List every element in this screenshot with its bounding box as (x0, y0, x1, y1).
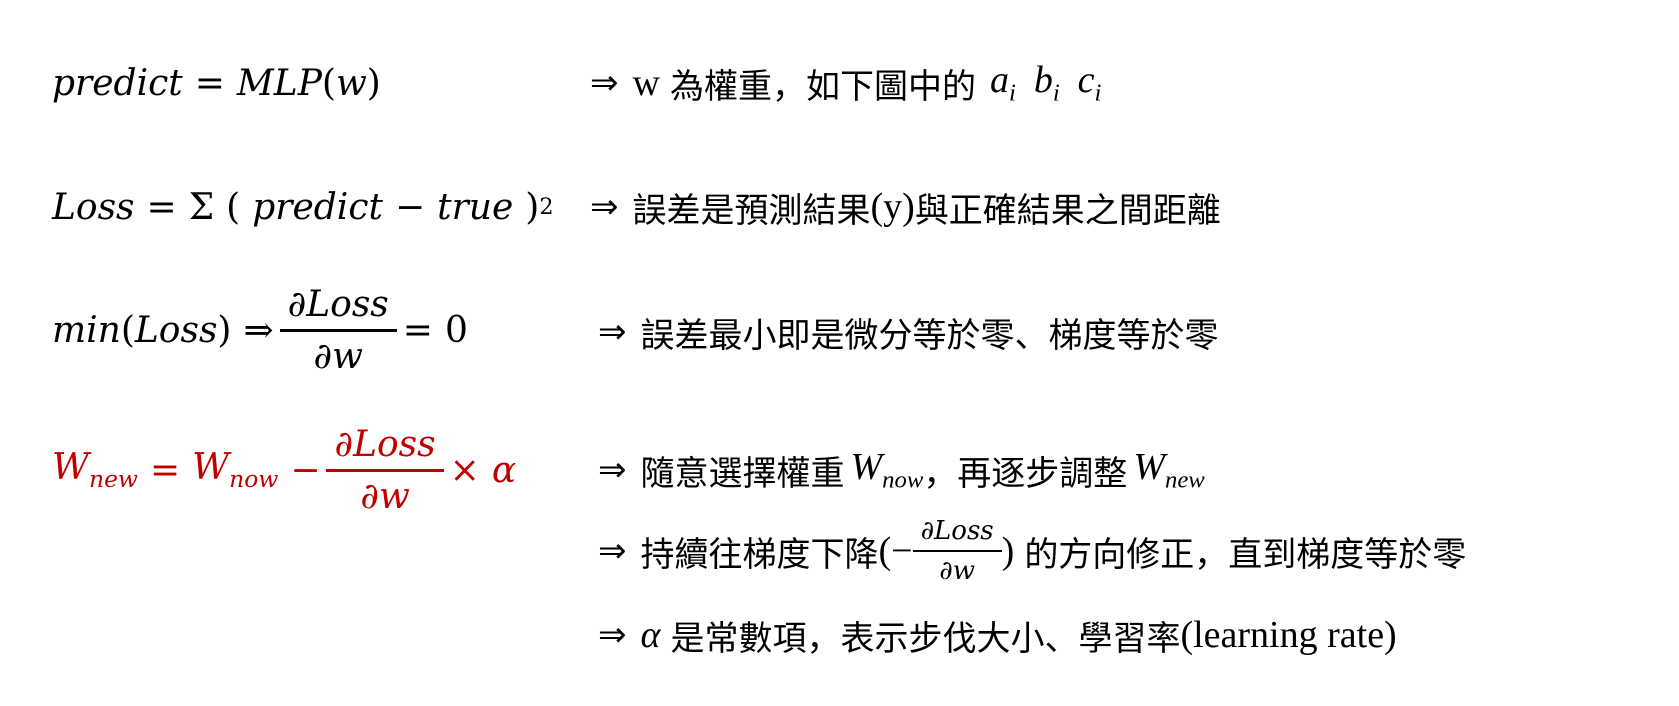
fraction-dloss-dw: ∂Loss ∂w (279, 283, 397, 377)
var-alpha: α (491, 449, 517, 491)
note-text-b: 的方向修正，直到梯度等於零 (1024, 534, 1467, 575)
equals-sign: = (402, 309, 433, 351)
var-alpha: α (640, 614, 661, 656)
formula-predict: predict = MLP (w) (52, 62, 381, 104)
var-w-now: W (850, 446, 883, 489)
var-w: w (335, 62, 367, 104)
fraction-dloss-dw-small: ∂Loss ∂w (912, 516, 1002, 586)
note-text-b: 與正確結果之間距離 (914, 190, 1221, 231)
close-paren: ) (1001, 530, 1015, 572)
times-sign: × (449, 449, 480, 491)
note-error-distance: ⇒ 誤差是預測結果 (y) 與正確結果之間距離 (590, 180, 1221, 234)
var-predict: predict (52, 62, 183, 104)
implies-arrow: ⇒ (243, 309, 274, 351)
note-w: w (632, 62, 660, 104)
sigma-symbol: Σ (188, 186, 215, 228)
note-text-b: ，再逐步調整 (923, 453, 1128, 494)
note-text-a: 隨意選擇權重 (640, 453, 845, 494)
fraction-dloss-dw: ∂Loss ∂w (326, 423, 444, 517)
implies-arrow: ⇒ (590, 63, 619, 103)
exponent: 2 (539, 194, 554, 220)
formula-min-loss: min(Loss) ⇒ ∂Loss ∂w = 0 (52, 283, 468, 377)
formula-update-rule: Wnew = Wnow − ∂Loss ∂w × α (52, 423, 517, 517)
func-min: min (52, 309, 121, 351)
open-paren: ( (226, 186, 241, 228)
note-random-weights: ⇒ 隨意選擇權重 Wnow ，再逐步調整 Wnew (598, 446, 1205, 494)
var-b: b (1033, 59, 1053, 102)
implies-arrow: ⇒ (598, 312, 627, 352)
note-text: 誤差最小即是微分等於零、梯度等於零 (640, 315, 1219, 356)
func-mlp: MLP (236, 62, 322, 104)
note-text-b: (learning rate) (1180, 614, 1397, 656)
zero: 0 (444, 309, 468, 351)
var-loss: Loss (52, 186, 135, 228)
fraction-numerator: ∂Loss (287, 283, 389, 325)
var-w-new: W (52, 446, 90, 488)
var-a: a (989, 59, 1009, 102)
var-w-new: W (1133, 446, 1165, 489)
note-text-a: 持續往梯度下降 (640, 534, 879, 575)
var-predict: predict (252, 186, 383, 228)
note-text-a: 是常數項，表示步伐大小、學習率 (670, 618, 1181, 659)
equals-sign: = (146, 186, 177, 228)
open-paren-minus: (− (878, 530, 913, 572)
fraction-numerator: ∂Loss (334, 423, 436, 465)
note-weights: ⇒ w 為權重，如下圖中的 ai bi ci (590, 59, 1102, 107)
equals-sign: = (194, 62, 225, 104)
formula-loss: Loss = Σ ( predict − true ) 2 (52, 180, 554, 234)
implies-arrow: ⇒ (598, 615, 627, 655)
close-paren: ) (525, 186, 540, 228)
note-y: (y) (870, 186, 915, 228)
implies-arrow: ⇒ (598, 450, 627, 490)
minus-sign: − (290, 449, 321, 491)
note-min-gradient: ⇒ 誤差最小即是微分等於零、梯度等於零 (598, 305, 1219, 359)
var-loss: Loss (134, 309, 218, 351)
fraction-denominator: ∂w (279, 328, 397, 377)
var-true: true (437, 186, 514, 228)
note-text-a: 誤差是預測結果 (632, 190, 871, 231)
var-c: c (1077, 59, 1095, 102)
note-text: 為權重，如下圖中的 (669, 66, 976, 107)
implies-arrow: ⇒ (598, 531, 627, 571)
note-gradient-descent: ⇒ 持續往梯度下降 (− ∂Loss ∂w ) 的方向修正，直到梯度等於零 (598, 512, 1466, 590)
implies-arrow: ⇒ (590, 187, 619, 227)
var-w-now: W (192, 446, 230, 488)
equals-sign: = (149, 449, 181, 491)
fraction-denominator: ∂w (912, 550, 1002, 586)
note-learning-rate: ⇒ α 是常數項，表示步伐大小、學習率 (learning rate) (598, 608, 1397, 662)
fraction-denominator: ∂w (326, 468, 444, 517)
fraction-numerator: ∂Loss (920, 516, 994, 546)
minus-sign: − (394, 186, 426, 228)
